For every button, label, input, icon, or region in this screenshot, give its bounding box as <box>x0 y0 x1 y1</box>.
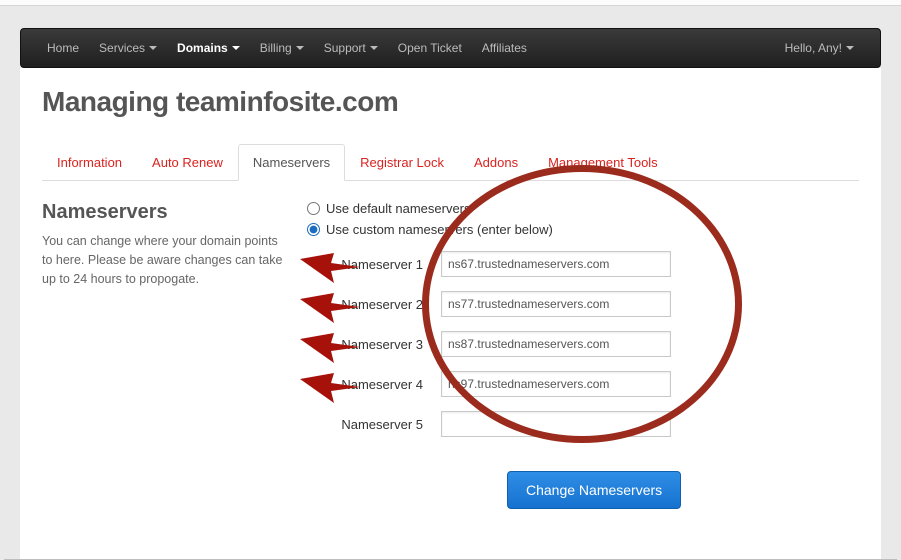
sidebar-text: You can change where your domain points … <box>42 232 287 288</box>
nav-item-label: Billing <box>260 41 292 55</box>
nameserver-label: Nameserver 4 <box>307 377 433 392</box>
nav-item-home[interactable]: Home <box>37 41 89 55</box>
radio-custom-label[interactable]: Use custom nameservers (enter below) <box>326 222 553 237</box>
tab-bar: Information Auto Renew Nameservers Registra… <box>42 144 859 181</box>
nav-item-services[interactable]: Services <box>89 41 167 55</box>
nameserver-row-4: Nameserver 4 <box>307 371 859 397</box>
tab-label: Management Tools <box>548 155 658 170</box>
nav-left: Home Services Domains Billing Support Open Ti… <box>37 41 537 55</box>
tab-information[interactable]: Information <box>42 144 137 181</box>
change-nameservers-button[interactable]: Change Nameservers <box>507 471 681 509</box>
tab-label: Auto Renew <box>152 155 223 170</box>
radio-default-nameservers[interactable] <box>307 202 320 215</box>
tab-management-tools[interactable]: Management Tools <box>533 144 677 181</box>
nav-item-label: Domains <box>177 41 228 55</box>
tab-label: Information <box>57 155 122 170</box>
nameserver-label: Nameserver 2 <box>307 297 433 312</box>
radio-default-label[interactable]: Use default nameservers <box>326 201 471 216</box>
nav-item-label: Open Ticket <box>398 41 462 55</box>
chevron-down-icon <box>846 46 854 50</box>
nav-item-label: Support <box>324 41 366 55</box>
nameserver-row-5: Nameserver 5 <box>307 411 859 437</box>
main-navbar: Home Services Domains Billing Support Open Ti… <box>20 28 881 68</box>
tab-auto-renew[interactable]: Auto Renew <box>137 144 238 181</box>
radio-custom-nameservers[interactable] <box>307 223 320 236</box>
nav-user-menu[interactable]: Hello, Any! <box>775 41 864 55</box>
chevron-down-icon <box>370 46 378 50</box>
nameserver-row-3: Nameserver 3 <box>307 331 859 357</box>
tab-registrar-lock[interactable]: Registrar Lock <box>345 144 459 181</box>
chevron-down-icon <box>296 46 304 50</box>
nameserver-5-input[interactable] <box>441 411 671 437</box>
nameserver-4-input[interactable] <box>441 371 671 397</box>
nameserver-1-input[interactable] <box>441 251 671 277</box>
chevron-down-icon <box>232 46 240 50</box>
nameservers-sidebar: Nameservers You can change where your do… <box>42 201 287 509</box>
nameserver-3-input[interactable] <box>441 331 671 357</box>
nav-greeting: Hello, Any! <box>785 41 842 55</box>
page-body: Managing teaminfosite.com Information Aut… <box>20 68 881 559</box>
nav-item-domains[interactable]: Domains <box>167 41 250 55</box>
tab-label: Registrar Lock <box>360 155 444 170</box>
nameserver-2-input[interactable] <box>441 291 671 317</box>
tab-label: Nameservers <box>253 155 330 170</box>
page-title: Managing teaminfosite.com <box>42 86 859 118</box>
nameserver-label: Nameserver 5 <box>307 417 433 432</box>
tab-label: Addons <box>474 155 518 170</box>
nameserver-row-1: Nameserver 1 <box>307 251 859 277</box>
chevron-down-icon <box>149 46 157 50</box>
nameserver-row-2: Nameserver 2 <box>307 291 859 317</box>
nameserver-label: Nameserver 3 <box>307 337 433 352</box>
nameservers-form: Use default nameservers Use custom names… <box>307 201 859 509</box>
nav-item-label: Affiliates <box>482 41 527 55</box>
nav-item-open-ticket[interactable]: Open Ticket <box>388 41 472 55</box>
nav-item-affiliates[interactable]: Affiliates <box>472 41 537 55</box>
sidebar-heading: Nameservers <box>42 201 287 224</box>
tab-nameservers[interactable]: Nameservers <box>238 144 345 181</box>
nav-item-label: Services <box>99 41 145 55</box>
nav-item-support[interactable]: Support <box>314 41 388 55</box>
nameserver-label: Nameserver 1 <box>307 257 433 272</box>
tab-addons[interactable]: Addons <box>459 144 533 181</box>
nav-item-billing[interactable]: Billing <box>250 41 314 55</box>
nav-item-label: Home <box>47 41 79 55</box>
